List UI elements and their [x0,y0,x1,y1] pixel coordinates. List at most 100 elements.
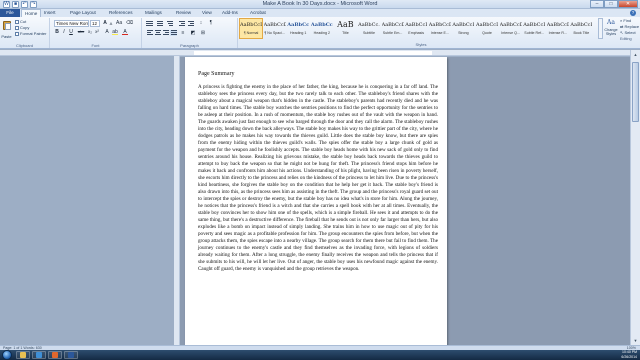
style-sample: AaB [337,20,354,29]
line-spacing-icon[interactable]: ≡ [180,30,186,36]
tab-add-ins[interactable]: Add-Ins [219,9,241,17]
style-name: Heading 2 [313,31,330,35]
scroll-up-arrow-icon[interactable]: ▲ [632,51,639,58]
bullets-icon[interactable] [146,21,153,27]
close-button[interactable]: ✕ [618,0,638,8]
taskbar-app-button[interactable] [48,351,62,359]
style-name: Subtle Em... [382,31,403,35]
binoculars-icon: ⌕ [620,18,623,23]
style-subtitle[interactable]: AaBbCc. Subtitle [357,18,381,39]
vertical-scrollbar[interactable]: ▲ ▼ [630,50,640,345]
style-name: Book Title [573,31,590,35]
help-icon[interactable]: ? [630,10,636,16]
shrink-font-button[interactable]: A [108,21,114,27]
paragraph-group: ↕ ¶ ≡ ◩ ⊞ Paragraph [142,18,238,48]
align-center-icon[interactable] [154,30,161,36]
taskbar-app-button[interactable] [32,351,46,359]
style-emphasis[interactable]: AaBbCcDc Emphasis [404,18,428,39]
style-quote[interactable]: AaBbCcDc Quote [475,18,499,39]
style-subtle-ref[interactable]: AaBbCcDc Subtle Ref... [522,18,546,39]
taskbar-app-button[interactable] [16,351,30,359]
font-name-combo[interactable]: Times New Roman [54,20,89,27]
style-sample: AaBbCcDc [452,22,474,28]
change-case-icon[interactable]: Aa [116,20,122,26]
page-summary-heading: Page Summary [198,71,235,77]
paste-button[interactable] [2,19,12,33]
maximize-button[interactable]: □ [604,0,618,8]
style-book-title[interactable]: AaBbCcDc Book Title [569,18,593,39]
clear-formatting-icon[interactable]: ⌫ [126,20,133,26]
tab-acrobat[interactable]: Acrobat [247,9,269,17]
font-size-combo[interactable]: 12 [90,20,100,27]
taskbar-app-button[interactable] [64,351,78,359]
style-name: Intense Q... [501,31,520,35]
style-heading-1[interactable]: AaBbCc Heading 1 [286,18,310,39]
select-label: Select [624,30,636,35]
tab-view[interactable]: View [199,9,215,17]
numbering-icon[interactable] [156,21,163,27]
tab-file[interactable]: File [0,9,20,17]
font-color-button[interactable]: A [122,29,128,35]
horizontal-ruler[interactable] [0,50,640,56]
document-workspace: Page Summary A princess is fighting the … [180,57,630,345]
browser-icon [36,352,42,358]
paste-label: Paste [1,34,12,39]
decrease-indent-icon[interactable] [178,21,185,27]
clipboard-group: Paste Cut Copy Format Painter Clipboard [0,18,50,48]
style-subtle-em[interactable]: AaBbCcDc Subtle Em... [381,18,405,39]
style-sample: AaBbCcDc [476,22,498,28]
style-intense-q[interactable]: AaBbCcDc Intense Q... [499,18,523,39]
style-sample: AaBbCcDc [381,22,404,28]
strikethrough-button[interactable]: abc [76,29,86,35]
show-marks-icon[interactable]: ¶ [208,20,214,26]
style-intense-e[interactable]: AaBbCcDc Intense E... [428,18,452,39]
tab-home[interactable]: Home [21,9,42,17]
replace-label: Replace [624,24,640,29]
format-painter-button[interactable]: Format Painter [15,31,46,37]
style-sample: AaBbCcDc [240,22,262,28]
align-right-icon[interactable] [162,30,169,36]
multilevel-list-icon[interactable] [166,21,173,27]
editing-group-label: Editing [620,37,632,41]
justify-icon[interactable] [170,30,177,36]
increase-indent-icon[interactable] [187,21,194,27]
style-title[interactable]: AaB Title [333,18,357,39]
style-heading-2[interactable]: AaBbCc Heading 2 [310,18,334,39]
clock-date[interactable]: 6/26/2014 [597,355,637,360]
subscript-button[interactable]: x₂ [87,29,93,35]
style-sample: AaBbCcDc [499,22,522,28]
italic-button[interactable]: I [61,29,67,35]
window-controls: – □ ✕ [590,0,638,8]
tab-references[interactable]: References [106,9,136,17]
underline-button[interactable]: U [68,29,74,35]
text-effects-icon[interactable]: A [104,29,110,35]
tab-insert[interactable]: Insert [41,9,59,17]
minimize-button[interactable]: – [590,0,604,8]
system-tray: 10:40 PM 6/26/2014 [597,350,637,360]
styles-group-label: Styles [415,42,427,47]
superscript-button[interactable]: x² [94,29,100,35]
tab-mailings[interactable]: Mailings [142,9,165,17]
style-intense-r[interactable]: AaBbCcDc Intense R... [546,18,570,39]
style-strong[interactable]: AaBbCcDc Strong [451,18,475,39]
replace-icon: ⇄ [620,24,624,29]
bold-button[interactable]: B [54,29,60,35]
paste-sheet-icon [5,23,11,30]
tab-review[interactable]: Review [173,9,194,17]
page-summary-body[interactable]: A princess is fighting the enemy in the … [198,84,438,273]
style-no-spaci[interactable]: AaBbCcDc ¶ No Spaci... [263,18,287,39]
tab-page-layout[interactable]: Page Layout [67,9,99,17]
sort-icon[interactable]: ↕ [198,20,204,26]
highlight-color-button[interactable]: ab [112,29,118,35]
scroll-thumb[interactable] [632,62,639,122]
scroll-down-arrow-icon[interactable]: ▼ [632,337,639,344]
change-styles-button[interactable]: Aa Change Styles [603,17,619,40]
change-styles-label: Change Styles [604,28,618,36]
shading-icon[interactable]: ◩ [190,30,196,36]
change-styles-icon: Aa [607,19,615,26]
style-normal[interactable]: AaBbCcDc ¶ Normal [239,18,263,39]
align-left-icon[interactable] [146,30,153,36]
start-button[interactable] [2,350,12,360]
document-page[interactable]: Page Summary A princess is fighting the … [185,57,447,345]
borders-icon[interactable]: ⊞ [200,30,206,36]
